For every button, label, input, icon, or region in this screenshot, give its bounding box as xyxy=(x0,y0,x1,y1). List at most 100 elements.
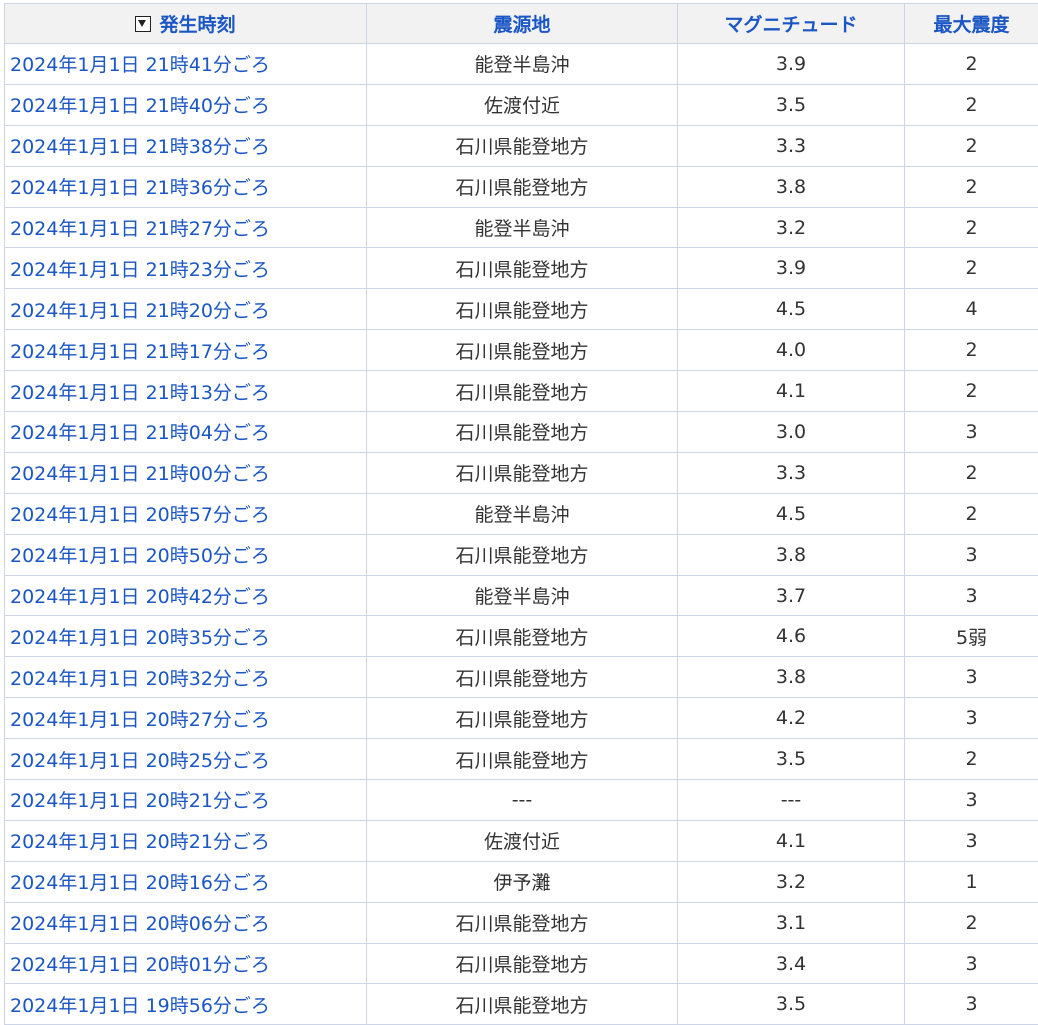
magnitude-cell: 3.1 xyxy=(678,902,905,943)
location-cell: 石川県能登地方 xyxy=(367,330,678,371)
time-link[interactable]: 2024年1月1日 21時00分ごろ xyxy=(10,463,270,485)
time-link[interactable]: 2024年1月1日 20時06分ごろ xyxy=(10,913,270,935)
table-row: 2024年1月1日 19時56分ごろ石川県能登地方3.53 xyxy=(5,984,1038,1025)
time-cell: 2024年1月1日 21時13分ごろ xyxy=(5,371,367,412)
table-row: 2024年1月1日 20時50分ごろ石川県能登地方3.83 xyxy=(5,534,1038,575)
location-cell: 石川県能登地方 xyxy=(367,943,678,984)
time-link[interactable]: 2024年1月1日 20時42分ごろ xyxy=(10,586,270,608)
time-link[interactable]: 2024年1月1日 20時27分ごろ xyxy=(10,709,270,731)
time-cell: 2024年1月1日 21時41分ごろ xyxy=(5,44,367,85)
intensity-cell: 2 xyxy=(905,330,1038,371)
time-link[interactable]: 2024年1月1日 20時32分ごろ xyxy=(10,668,270,690)
table-row: 2024年1月1日 21時20分ごろ石川県能登地方4.54 xyxy=(5,289,1038,330)
table-row: 2024年1月1日 20時32分ごろ石川県能登地方3.83 xyxy=(5,657,1038,698)
magnitude-cell: 3.0 xyxy=(678,412,905,453)
magnitude-cell: 3.3 xyxy=(678,125,905,166)
time-link[interactable]: 2024年1月1日 20時21分ごろ xyxy=(10,831,270,853)
intensity-cell: 2 xyxy=(905,739,1038,780)
time-cell: 2024年1月1日 20時21分ごろ xyxy=(5,780,367,821)
magnitude-cell: 3.9 xyxy=(678,248,905,289)
magnitude-cell: 3.7 xyxy=(678,575,905,616)
time-link[interactable]: 2024年1月1日 21時36分ごろ xyxy=(10,177,270,199)
magnitude-cell: 3.2 xyxy=(678,861,905,902)
time-link[interactable]: 2024年1月1日 21時20分ごろ xyxy=(10,300,270,322)
header-intensity-label[interactable]: 最大震度 xyxy=(933,14,1009,36)
time-cell: 2024年1月1日 21時38分ごろ xyxy=(5,125,367,166)
time-link[interactable]: 2024年1月1日 20時57分ごろ xyxy=(10,504,270,526)
sort-down-icon[interactable] xyxy=(135,16,151,32)
intensity-cell: 3 xyxy=(905,780,1038,821)
table-row: 2024年1月1日 20時27分ごろ 石川県能登地方4.23 xyxy=(5,698,1038,739)
table-row: 2024年1月1日 21時13分ごろ石川県能登地方4.12 xyxy=(5,371,1038,412)
table-row: 2024年1月1日 21時41分ごろ能登半島沖3.92 xyxy=(5,44,1038,85)
magnitude-cell: 4.5 xyxy=(678,493,905,534)
time-link[interactable]: 2024年1月1日 21時13分ごろ xyxy=(10,382,270,404)
header-magnitude[interactable]: マグニチュード xyxy=(678,4,905,44)
table-row: 2024年1月1日 21時27分ごろ能登半島沖3.22 xyxy=(5,207,1038,248)
time-link[interactable]: 2024年1月1日 20時16分ごろ xyxy=(10,872,270,894)
intensity-cell: 5弱 xyxy=(905,616,1038,657)
table-body: 2024年1月1日 21時41分ごろ能登半島沖3.922024年1月1日 21時… xyxy=(5,44,1038,1025)
time-link[interactable]: 2024年1月1日 21時23分ごろ xyxy=(10,259,270,281)
time-link[interactable]: 2024年1月1日 20時50分ごろ xyxy=(10,545,270,567)
time-cell: 2024年1月1日 21時23分ごろ xyxy=(5,248,367,289)
time-link[interactable]: 2024年1月1日 21時04分ごろ xyxy=(10,422,270,444)
header-intensity[interactable]: 最大震度 xyxy=(905,4,1038,44)
table-row: 2024年1月1日 21時00分ごろ石川県能登地方3.32 xyxy=(5,452,1038,493)
time-link[interactable]: 2024年1月1日 19時56分ごろ xyxy=(10,995,270,1017)
intensity-cell: 3 xyxy=(905,657,1038,698)
table-row: 2024年1月1日 21時23分ごろ石川県能登地方3.92 xyxy=(5,248,1038,289)
location-cell: --- xyxy=(367,780,678,821)
magnitude-cell: 3.9 xyxy=(678,44,905,85)
intensity-cell: 3 xyxy=(905,534,1038,575)
time-cell: 2024年1月1日 20時16分ごろ xyxy=(5,861,367,902)
time-cell: 2024年1月1日 20時42分ごろ xyxy=(5,575,367,616)
time-cell: 2024年1月1日 20時06分ごろ xyxy=(5,902,367,943)
magnitude-cell: 3.4 xyxy=(678,943,905,984)
magnitude-cell: 3.5 xyxy=(678,84,905,125)
time-link[interactable]: 2024年1月1日 20時21分ごろ xyxy=(10,790,270,812)
time-link[interactable]: 2024年1月1日 21時17分ごろ xyxy=(10,341,270,363)
header-location[interactable]: 震源地 xyxy=(367,4,678,44)
header-time-label[interactable]: 発生時刻 xyxy=(159,14,235,36)
location-cell: 石川県能登地方 xyxy=(367,698,678,739)
table-row: 2024年1月1日 20時42分ごろ能登半島沖3.73 xyxy=(5,575,1038,616)
table-row: 2024年1月1日 20時57分ごろ能登半島沖4.52 xyxy=(5,493,1038,534)
time-cell: 2024年1月1日 21時36分ごろ xyxy=(5,166,367,207)
magnitude-cell: 3.3 xyxy=(678,452,905,493)
intensity-cell: 2 xyxy=(905,902,1038,943)
location-cell: 石川県能登地方 xyxy=(367,248,678,289)
time-link[interactable]: 2024年1月1日 21時41分ごろ xyxy=(10,54,270,76)
magnitude-cell: 4.2 xyxy=(678,698,905,739)
time-cell: 2024年1月1日 20時50分ごろ xyxy=(5,534,367,575)
time-link[interactable]: 2024年1月1日 21時38分ごろ xyxy=(10,136,270,158)
intensity-cell: 2 xyxy=(905,84,1038,125)
table-header-row: 発生時刻 震源地 マグニチュード 最大震度 xyxy=(5,4,1038,44)
time-link[interactable]: 2024年1月1日 21時40分ごろ xyxy=(10,95,270,117)
header-location-label[interactable]: 震源地 xyxy=(493,14,550,36)
time-cell: 2024年1月1日 20時25分ごろ xyxy=(5,739,367,780)
location-cell: 石川県能登地方 xyxy=(367,371,678,412)
magnitude-cell: 3.8 xyxy=(678,166,905,207)
time-link[interactable]: 2024年1月1日 20時35分ごろ xyxy=(10,627,270,649)
header-time[interactable]: 発生時刻 xyxy=(5,4,367,44)
time-link[interactable]: 2024年1月1日 20時25分ごろ xyxy=(10,750,270,772)
time-cell: 2024年1月1日 20時21分ごろ xyxy=(5,820,367,861)
time-link[interactable]: 2024年1月1日 21時27分ごろ xyxy=(10,218,270,240)
location-cell: 石川県能登地方 xyxy=(367,412,678,453)
magnitude-cell: 3.8 xyxy=(678,534,905,575)
intensity-cell: 3 xyxy=(905,698,1038,739)
magnitude-cell: 3.2 xyxy=(678,207,905,248)
intensity-cell: 2 xyxy=(905,452,1038,493)
intensity-cell: 3 xyxy=(905,575,1038,616)
time-link[interactable]: 2024年1月1日 20時01分ごろ xyxy=(10,954,270,976)
location-cell: 石川県能登地方 xyxy=(367,984,678,1025)
magnitude-cell: 3.8 xyxy=(678,657,905,698)
header-magnitude-label[interactable]: マグニチュード xyxy=(724,14,857,36)
intensity-cell: 2 xyxy=(905,493,1038,534)
table-row: 2024年1月1日 20時25分ごろ石川県能登地方3.52 xyxy=(5,739,1038,780)
time-cell: 2024年1月1日 21時00分ごろ xyxy=(5,452,367,493)
intensity-cell: 3 xyxy=(905,412,1038,453)
table-row: 2024年1月1日 21時04分ごろ 石川県能登地方3.03 xyxy=(5,412,1038,453)
table-row: 2024年1月1日 21時38分ごろ石川県能登地方3.32 xyxy=(5,125,1038,166)
